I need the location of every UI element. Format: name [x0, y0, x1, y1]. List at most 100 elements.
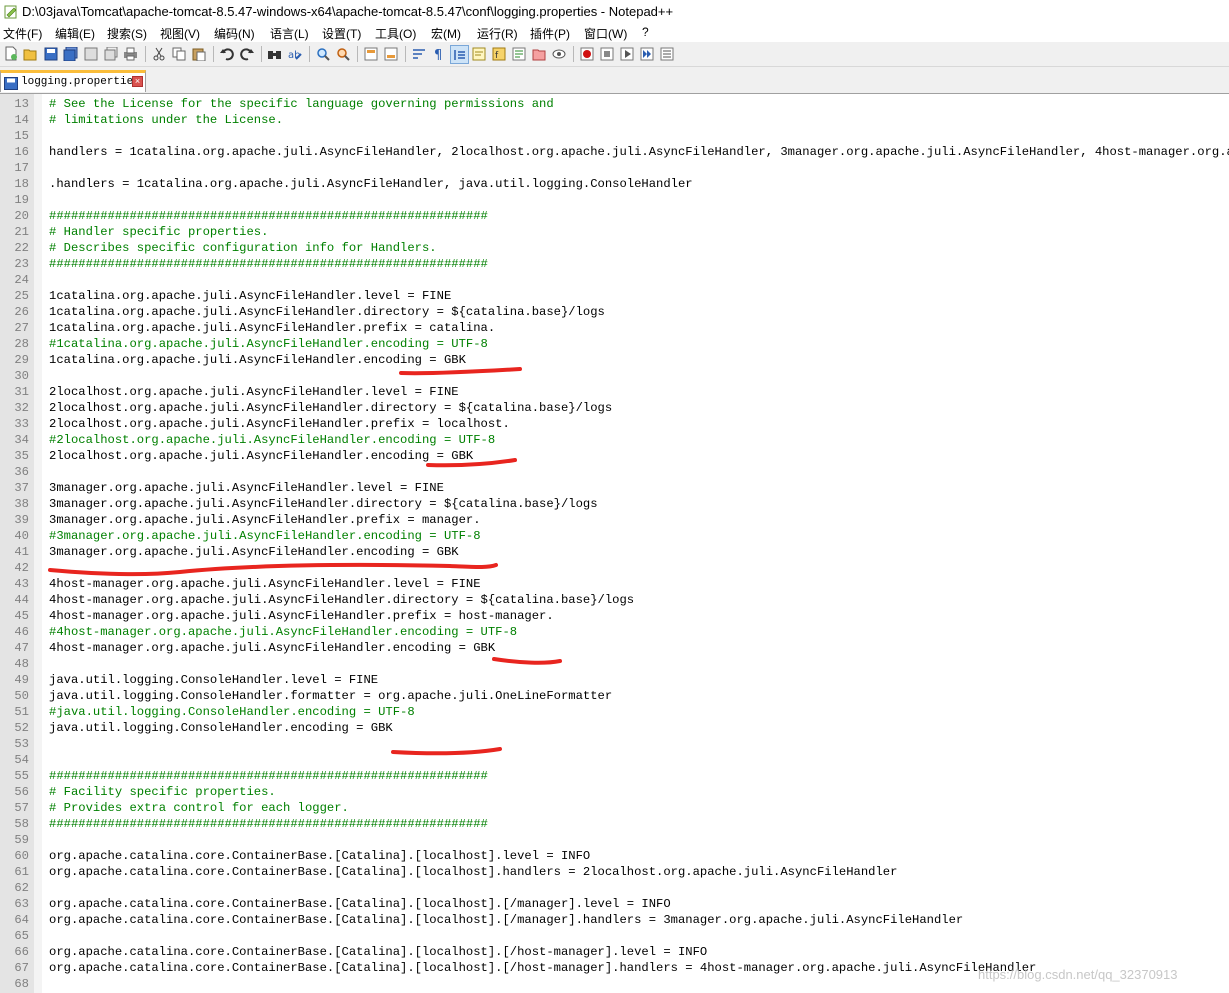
menu-help[interactable]: ? [642, 25, 649, 39]
code-line[interactable]: 54 [0, 752, 1229, 768]
menu-run[interactable]: 运行(R) [477, 25, 518, 42]
code-line[interactable]: 31 2localhost.org.apache.juli.AsyncFileHa… [0, 384, 1229, 400]
sync-vertical-icon[interactable] [362, 45, 379, 62]
code-line[interactable]: 47 4host-manager.org.apache.juli.AsyncFil… [0, 640, 1229, 656]
run-macro-multiple-icon[interactable] [638, 45, 655, 62]
find-icon[interactable] [266, 45, 283, 62]
code-line[interactable]: 14 # limitations under the License. [0, 112, 1229, 128]
menu-view[interactable]: 视图(V) [160, 25, 200, 42]
code-line[interactable]: 18 .handlers = 1catalina.org.apache.juli.… [0, 176, 1229, 192]
code-line[interactable]: 45 4host-manager.org.apache.juli.AsyncFil… [0, 608, 1229, 624]
folder-as-workspace-icon[interactable] [530, 45, 547, 62]
code-line[interactable]: 34 #2localhost.org.apache.juli.AsyncFileH… [0, 432, 1229, 448]
folder-workspace-icon[interactable] [510, 45, 527, 62]
code-line[interactable]: 23 ######################################… [0, 256, 1229, 272]
menu-window[interactable]: 窗口(W) [584, 25, 627, 42]
doc-map-icon[interactable] [470, 45, 487, 62]
play-macro-icon[interactable] [618, 45, 635, 62]
code-line[interactable]: 49 java.util.logging.ConsoleHandler.level… [0, 672, 1229, 688]
code-line[interactable]: 58 ######################################… [0, 816, 1229, 832]
code-line[interactable]: 20 ######################################… [0, 208, 1229, 224]
code-line[interactable]: 13 # See the License for the specific lan… [0, 96, 1229, 112]
close-icon[interactable]: × [132, 76, 143, 87]
code-line[interactable]: 50 java.util.logging.ConsoleHandler.forma… [0, 688, 1229, 704]
code-line[interactable]: 35 2localhost.org.apache.juli.AsyncFileHa… [0, 448, 1229, 464]
stop-record-icon[interactable] [598, 45, 615, 62]
code-line[interactable]: 62 [0, 880, 1229, 896]
code-line[interactable]: 55 ######################################… [0, 768, 1229, 784]
code-line[interactable]: 39 3manager.org.apache.juli.AsyncFileHand… [0, 512, 1229, 528]
menu-plugins[interactable]: 插件(P) [530, 25, 570, 42]
code-line[interactable]: 46 #4host-manager.org.apache.juli.AsyncFi… [0, 624, 1229, 640]
replace-icon[interactable]: ab [286, 45, 303, 62]
code-line[interactable]: 48 [0, 656, 1229, 672]
code-line[interactable]: 38 3manager.org.apache.juli.AsyncFileHand… [0, 496, 1229, 512]
redo-icon[interactable] [238, 45, 255, 62]
cut-icon[interactable] [150, 45, 167, 62]
editor[interactable]: 13 # See the License for the specific lan… [0, 94, 1229, 993]
record-macro-icon[interactable] [578, 45, 595, 62]
zoom-out-icon[interactable] [334, 45, 351, 62]
monitor-icon[interactable] [550, 45, 567, 62]
save-macro-icon[interactable] [658, 45, 675, 62]
function-list-icon[interactable]: f [490, 45, 507, 62]
code-line[interactable]: 33 2localhost.org.apache.juli.AsyncFileHa… [0, 416, 1229, 432]
code-line[interactable]: 60 org.apache.catalina.core.ContainerBase… [0, 848, 1229, 864]
undo-icon[interactable] [218, 45, 235, 62]
code-line[interactable]: 25 1catalina.org.apache.juli.AsyncFileHan… [0, 288, 1229, 304]
code-line[interactable]: 59 [0, 832, 1229, 848]
code-line[interactable]: 63 org.apache.catalina.core.ContainerBase… [0, 896, 1229, 912]
show-all-chars-icon[interactable]: ¶ [430, 45, 447, 62]
code-line[interactable]: 29 1catalina.org.apache.juli.AsyncFileHan… [0, 352, 1229, 368]
code-line[interactable]: 26 1catalina.org.apache.juli.AsyncFileHan… [0, 304, 1229, 320]
code-line[interactable]: 41 3manager.org.apache.juli.AsyncFileHand… [0, 544, 1229, 560]
code-line[interactable]: 42 [0, 560, 1229, 576]
code-line[interactable]: 51 #java.util.logging.ConsoleHandler.enco… [0, 704, 1229, 720]
close-all-icon[interactable] [102, 45, 119, 62]
zoom-in-icon[interactable] [314, 45, 331, 62]
code-line[interactable]: 22 # Describes specific configuration inf… [0, 240, 1229, 256]
code-line[interactable]: 44 4host-manager.org.apache.juli.AsyncFil… [0, 592, 1229, 608]
code-line[interactable]: 65 [0, 928, 1229, 944]
save-icon[interactable] [42, 45, 59, 62]
menu-language[interactable]: 语言(L) [270, 25, 309, 42]
menu-settings[interactable]: 设置(T) [322, 25, 361, 42]
menu-encoding[interactable]: 编码(N) [214, 25, 255, 42]
code-line[interactable]: 27 1catalina.org.apache.juli.AsyncFileHan… [0, 320, 1229, 336]
code-line[interactable]: 32 2localhost.org.apache.juli.AsyncFileHa… [0, 400, 1229, 416]
code-line[interactable]: 43 4host-manager.org.apache.juli.AsyncFil… [0, 576, 1229, 592]
code-line[interactable]: 15 [0, 128, 1229, 144]
menu-tools[interactable]: 工具(O) [375, 25, 416, 42]
tab-logging-properties[interactable]: logging.properties × [0, 70, 146, 92]
word-wrap-icon[interactable] [410, 45, 427, 62]
print-icon[interactable] [122, 45, 139, 62]
code-line[interactable]: 56 # Facility specific properties. [0, 784, 1229, 800]
code-line[interactable]: 52 java.util.logging.ConsoleHandler.encod… [0, 720, 1229, 736]
code-line[interactable]: 28 #1catalina.org.apache.juli.AsyncFileHa… [0, 336, 1229, 352]
new-file-icon[interactable] [2, 45, 19, 62]
code-line[interactable]: 37 3manager.org.apache.juli.AsyncFileHand… [0, 480, 1229, 496]
code-line[interactable]: 30 [0, 368, 1229, 384]
indent-guide-icon[interactable] [450, 45, 469, 64]
sync-horizontal-icon[interactable] [382, 45, 399, 62]
menu-macro[interactable]: 宏(M) [431, 25, 461, 42]
paste-icon[interactable] [190, 45, 207, 62]
code-line[interactable]: 66 org.apache.catalina.core.ContainerBase… [0, 944, 1229, 960]
close-file-icon[interactable] [82, 45, 99, 62]
menu-search[interactable]: 搜索(S) [107, 25, 147, 42]
code-line[interactable]: 17 [0, 160, 1229, 176]
menu-file[interactable]: 文件(F) [3, 25, 42, 42]
code-line[interactable]: 21 # Handler specific properties. [0, 224, 1229, 240]
open-file-icon[interactable] [22, 45, 39, 62]
code-line[interactable]: 40 #3manager.org.apache.juli.AsyncFileHan… [0, 528, 1229, 544]
copy-icon[interactable] [170, 45, 187, 62]
menu-edit[interactable]: 编辑(E) [55, 25, 95, 42]
code-line[interactable]: 64 org.apache.catalina.core.ContainerBase… [0, 912, 1229, 928]
code-line[interactable]: 57 # Provides extra control for each logg… [0, 800, 1229, 816]
code-line[interactable]: 53 [0, 736, 1229, 752]
code-line[interactable]: 16 handlers = 1catalina.org.apache.juli.A… [0, 144, 1229, 160]
code-line[interactable]: 24 [0, 272, 1229, 288]
save-all-icon[interactable] [62, 45, 79, 62]
code-line[interactable]: 19 [0, 192, 1229, 208]
code-line[interactable]: 36 [0, 464, 1229, 480]
